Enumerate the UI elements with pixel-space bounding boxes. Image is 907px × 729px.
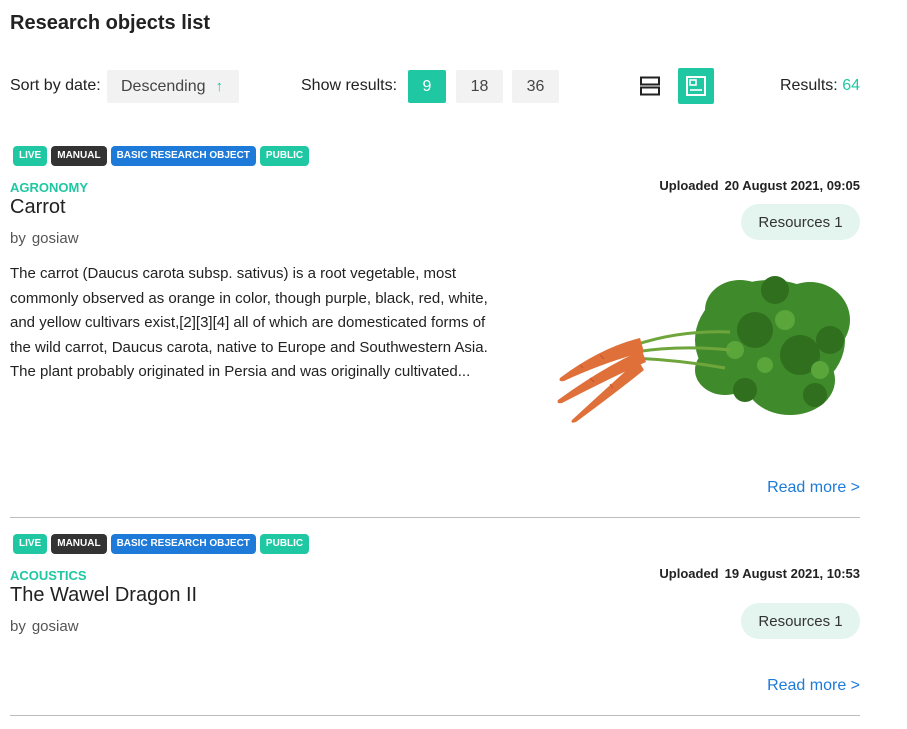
page-size-9-button[interactable]: 9 — [408, 70, 446, 103]
resources-badge[interactable]: Resources 1 — [741, 603, 860, 639]
card-divider — [10, 715, 860, 716]
tag-basic-research-object: BASIC RESEARCH OBJECT — [110, 146, 256, 166]
uploaded-label: Uploaded — [659, 178, 719, 193]
sort-label: Sort by date: — [10, 77, 101, 94]
list-view-icon — [640, 76, 660, 96]
object-title[interactable]: Carrot — [10, 196, 66, 219]
sort-dropdown[interactable]: Descending ↑ — [107, 70, 239, 103]
tag-manual: MANUAL — [51, 534, 107, 554]
author-name[interactable]: gosiaw — [32, 230, 79, 247]
sort-value: Descending — [121, 77, 206, 95]
image-view-icon — [686, 76, 706, 96]
uploaded-label: Uploaded — [659, 566, 719, 581]
page-size-18-button[interactable]: 18 — [456, 70, 503, 103]
toolbar: Sort by date: Descending ↑ Show results:… — [10, 68, 860, 104]
by-label: by — [10, 230, 26, 247]
author-line: by gosiaw — [10, 230, 79, 247]
tag-public: PUBLIC — [259, 146, 310, 166]
object-title[interactable]: The Wawel Dragon II — [10, 584, 197, 607]
results-label: Results: — [779, 77, 838, 94]
card-divider — [10, 517, 860, 518]
page-size-36-button[interactable]: 36 — [512, 70, 559, 103]
carrot-thumbnail[interactable] — [540, 260, 860, 425]
research-object-card: LIVE MANUAL BASIC RESEARCH OBJECT PUBLIC… — [10, 534, 860, 716]
read-more-link[interactable]: Read more > — [767, 479, 860, 497]
object-description: The carrot (Daucus carota subsp. sativus… — [10, 265, 488, 380]
uploaded-info: Uploaded 19 August 2021, 10:53 — [659, 566, 860, 581]
list-view-button[interactable] — [632, 68, 668, 104]
tag-manual: MANUAL — [51, 146, 107, 166]
resources-badge[interactable]: Resources 1 — [741, 204, 860, 240]
results-count: Results: 64 — [780, 77, 860, 95]
read-more-link[interactable]: Read more > — [767, 677, 860, 695]
by-label: by — [10, 618, 26, 635]
uploaded-info: Uploaded 20 August 2021, 09:05 — [659, 178, 860, 193]
category-label[interactable]: AGRONOMY — [10, 180, 88, 195]
show-results-label: Show results: — [301, 77, 398, 94]
tag-basic-research-object: BASIC RESEARCH OBJECT — [110, 534, 256, 554]
image-view-button[interactable] — [678, 68, 714, 104]
author-line: by gosiaw — [10, 618, 79, 635]
tag-list: LIVE MANUAL BASIC RESEARCH OBJECT PUBLIC — [13, 146, 310, 166]
tag-public: PUBLIC — [259, 534, 310, 554]
page-title: Research objects list — [10, 12, 211, 34]
arrow-up-icon: ↑ — [215, 78, 224, 95]
uploaded-date: 20 August 2021, 09:05 — [724, 178, 860, 193]
results-number: 64 — [842, 77, 860, 94]
tag-live: LIVE — [13, 534, 48, 554]
tag-live: LIVE — [13, 146, 48, 166]
uploaded-date: 19 August 2021, 10:53 — [724, 566, 860, 581]
author-name[interactable]: gosiaw — [32, 618, 79, 635]
category-label[interactable]: ACOUSTICS — [10, 568, 87, 583]
tag-list: LIVE MANUAL BASIC RESEARCH OBJECT PUBLIC — [13, 534, 310, 554]
research-object-card: LIVE MANUAL BASIC RESEARCH OBJECT PUBLIC… — [10, 146, 860, 518]
